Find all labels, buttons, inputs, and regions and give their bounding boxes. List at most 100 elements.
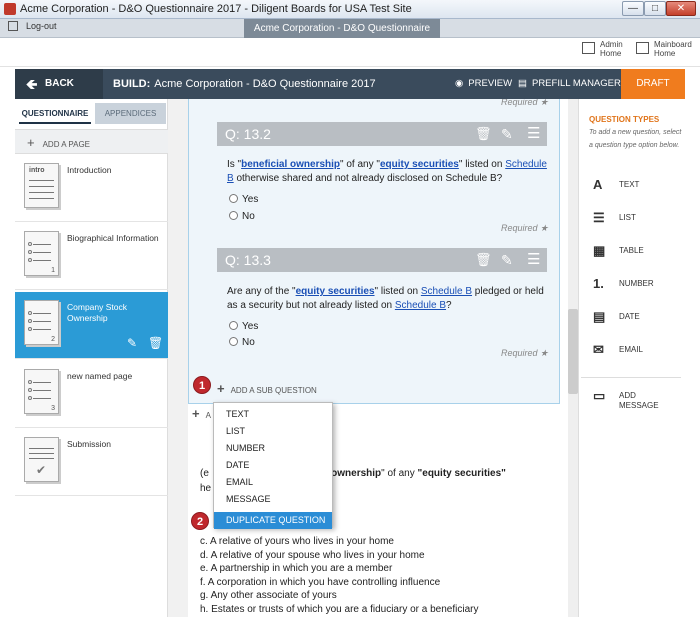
- add-page-button[interactable]: + ADD A PAGE: [15, 129, 168, 154]
- mainboard-home-line2: Home: [654, 49, 676, 58]
- list-item: e. A partnership in which you are a memb…: [200, 563, 393, 575]
- link-equity-securities[interactable]: equity securities: [296, 286, 375, 297]
- browser-tab[interactable]: Acme Corporation - D&O Questionnaire 201…: [244, 19, 440, 53]
- preview-label: PREVIEW: [468, 78, 513, 89]
- admin-home-link[interactable]: Admin Home: [582, 40, 623, 58]
- radio-no[interactable]: No: [229, 211, 255, 222]
- question-types-help: To add a new question, select a question…: [589, 129, 682, 149]
- dropdown-item-email[interactable]: EMAIL: [214, 474, 332, 491]
- required-label: Required ★: [501, 348, 549, 358]
- app-icon: [4, 3, 16, 15]
- arrow-left-icon: 🡸: [26, 76, 38, 92]
- page-label: Biographical Information: [67, 233, 159, 243]
- close-button[interactable]: ✕: [666, 1, 696, 16]
- plus-icon: +: [192, 406, 200, 421]
- page-number: 3: [51, 405, 55, 412]
- question-group: Required ★ Q: 13.2 🗑 ✎ ☰ Is "beneficial …: [188, 99, 560, 404]
- question-editor: Required ★ Q: 13.2 🗑 ✎ ☰ Is "beneficial …: [188, 99, 568, 617]
- draft-button[interactable]: DRAFT: [621, 69, 685, 99]
- question-text-13-2: Is "beneficial ownership" of any "equity…: [227, 159, 547, 184]
- question-types-panel: QUESTION TYPES To add a new question, se…: [578, 99, 685, 617]
- question-number: Q: 13.2: [225, 126, 271, 142]
- page-item-biographical[interactable]: 1 Biographical Information: [15, 223, 168, 290]
- menu-icon[interactable]: ☰: [527, 248, 540, 272]
- pages-panel: QUESTIONNAIRE APPENDICES + ADD A PAGE int…: [15, 99, 168, 617]
- list-item: d. A relative of your spouse who lives i…: [200, 549, 425, 561]
- question-header-13-3[interactable]: Q: 13.3 🗑 ✎ ☰: [217, 248, 547, 272]
- top-nav: Admin Home Mainboard Home: [0, 38, 700, 67]
- page-thumbnail: intro: [24, 163, 59, 208]
- divider: [581, 377, 681, 378]
- list-icon: ☰: [593, 210, 605, 225]
- page-item-company-stock[interactable]: 2 Company Stock Ownership ✎ 🗑: [15, 292, 168, 359]
- question-header-13-2[interactable]: Q: 13.2 🗑 ✎ ☰: [217, 122, 547, 146]
- add-sub-question-button[interactable]: + ADD A SUB QUESTION: [217, 381, 317, 396]
- trash-icon[interactable]: 🗑: [475, 122, 492, 146]
- logout-icon: [8, 21, 18, 31]
- trash-icon[interactable]: 🗑: [148, 336, 163, 350]
- thumbnail-caption: intro: [29, 167, 45, 174]
- back-button[interactable]: 🡸 BACK: [15, 69, 103, 99]
- dropdown-item-duplicate-question[interactable]: DUPLICATE QUESTION: [214, 512, 332, 529]
- build-title: BUILD: Acme Corporation - D&O Questionnai…: [113, 69, 376, 99]
- tab-appendices[interactable]: APPENDICES: [95, 103, 166, 124]
- dropdown-item-message[interactable]: MESSAGE: [214, 491, 332, 508]
- edit-icon[interactable]: ✎: [501, 248, 513, 272]
- step-badge-1: 1: [193, 376, 211, 394]
- radio-yes[interactable]: Yes: [229, 194, 258, 205]
- prefill-label: PREFILL MANAGER: [531, 78, 621, 89]
- message-icon: ▭: [593, 388, 606, 403]
- text-icon: A: [593, 177, 603, 192]
- maximize-button[interactable]: □: [644, 1, 666, 16]
- dropdown-item-text[interactable]: TEXT: [214, 406, 332, 423]
- book-icon: [636, 42, 649, 54]
- admin-home-line2: Home: [600, 49, 622, 58]
- link-schedule-b[interactable]: Schedule B: [395, 300, 446, 311]
- tab-questionnaire[interactable]: QUESTIONNAIRE: [19, 103, 91, 124]
- number-icon: 1.: [593, 276, 604, 291]
- mainboard-home-line1: Mainboard: [654, 40, 692, 49]
- link-schedule-b[interactable]: Schedule B: [421, 286, 472, 297]
- page-item-submission[interactable]: ✔ Submission: [15, 429, 168, 496]
- page-item-introduction[interactable]: intro Introduction: [15, 155, 168, 222]
- question-type-dropdown: TEXT LIST NUMBER DATE EMAIL MESSAGE DUPL…: [213, 402, 333, 529]
- radio-yes[interactable]: Yes: [229, 321, 258, 332]
- menu-icon[interactable]: ☰: [527, 122, 540, 146]
- preview-button[interactable]: ◉ PREVIEW: [455, 69, 512, 99]
- trash-icon[interactable]: 🗑: [475, 248, 492, 272]
- page-item-new-named[interactable]: 3 new named page: [15, 361, 168, 428]
- link-beneficial-ownership[interactable]: beneficial ownership: [241, 159, 340, 170]
- prefill-manager-button[interactable]: ▤ PREFILL MANAGER: [518, 69, 621, 99]
- envelope-icon: ✉: [593, 342, 604, 357]
- logout-button[interactable]: Log-out: [8, 21, 57, 36]
- mainboard-home-link[interactable]: Mainboard Home: [636, 40, 692, 58]
- scrollbar-thumb[interactable]: [568, 309, 578, 394]
- radio-no[interactable]: No: [229, 337, 255, 348]
- add-question-button[interactable]: + A: [192, 406, 211, 421]
- edit-icon[interactable]: ✎: [127, 336, 137, 350]
- vertical-scrollbar[interactable]: [568, 99, 578, 617]
- minimize-button[interactable]: —: [622, 1, 644, 16]
- body-text-line2: he: [200, 483, 212, 494]
- dropdown-item-date[interactable]: DATE: [214, 457, 332, 474]
- step-badge-2: 2: [191, 512, 209, 530]
- plus-icon: +: [217, 381, 225, 396]
- build-bar: 🡸 BACK BUILD: Acme Corporation - D&O Quest…: [15, 69, 685, 99]
- eye-icon: ◉: [455, 78, 464, 89]
- add-page-label: ADD A PAGE: [42, 140, 91, 149]
- list-item: f. A corporation in which you have contr…: [200, 576, 441, 588]
- page-thumbnail: 2: [24, 300, 59, 345]
- tab-strip: Log-out Acme Corporation - D&O Questionn…: [0, 19, 700, 53]
- dropdown-item-list[interactable]: LIST: [214, 423, 332, 440]
- dropdown-item-number[interactable]: NUMBER: [214, 440, 332, 457]
- link-equity-securities[interactable]: equity securities: [380, 159, 459, 170]
- home-icon: [582, 42, 595, 54]
- calendar-icon: ▤: [593, 309, 606, 324]
- list-item: h. Estates or trusts of which you are a …: [200, 603, 479, 615]
- add-question-label: A: [205, 411, 211, 420]
- window-titlebar: Acme Corporation - D&O Questionnaire 201…: [0, 0, 700, 19]
- window-title: Acme Corporation - D&O Questionnaire 201…: [20, 3, 412, 15]
- page-thumbnail: 1: [24, 231, 59, 276]
- edit-icon[interactable]: ✎: [501, 122, 513, 146]
- build-title-text: Acme Corporation - D&O Questionnaire 201…: [154, 78, 376, 90]
